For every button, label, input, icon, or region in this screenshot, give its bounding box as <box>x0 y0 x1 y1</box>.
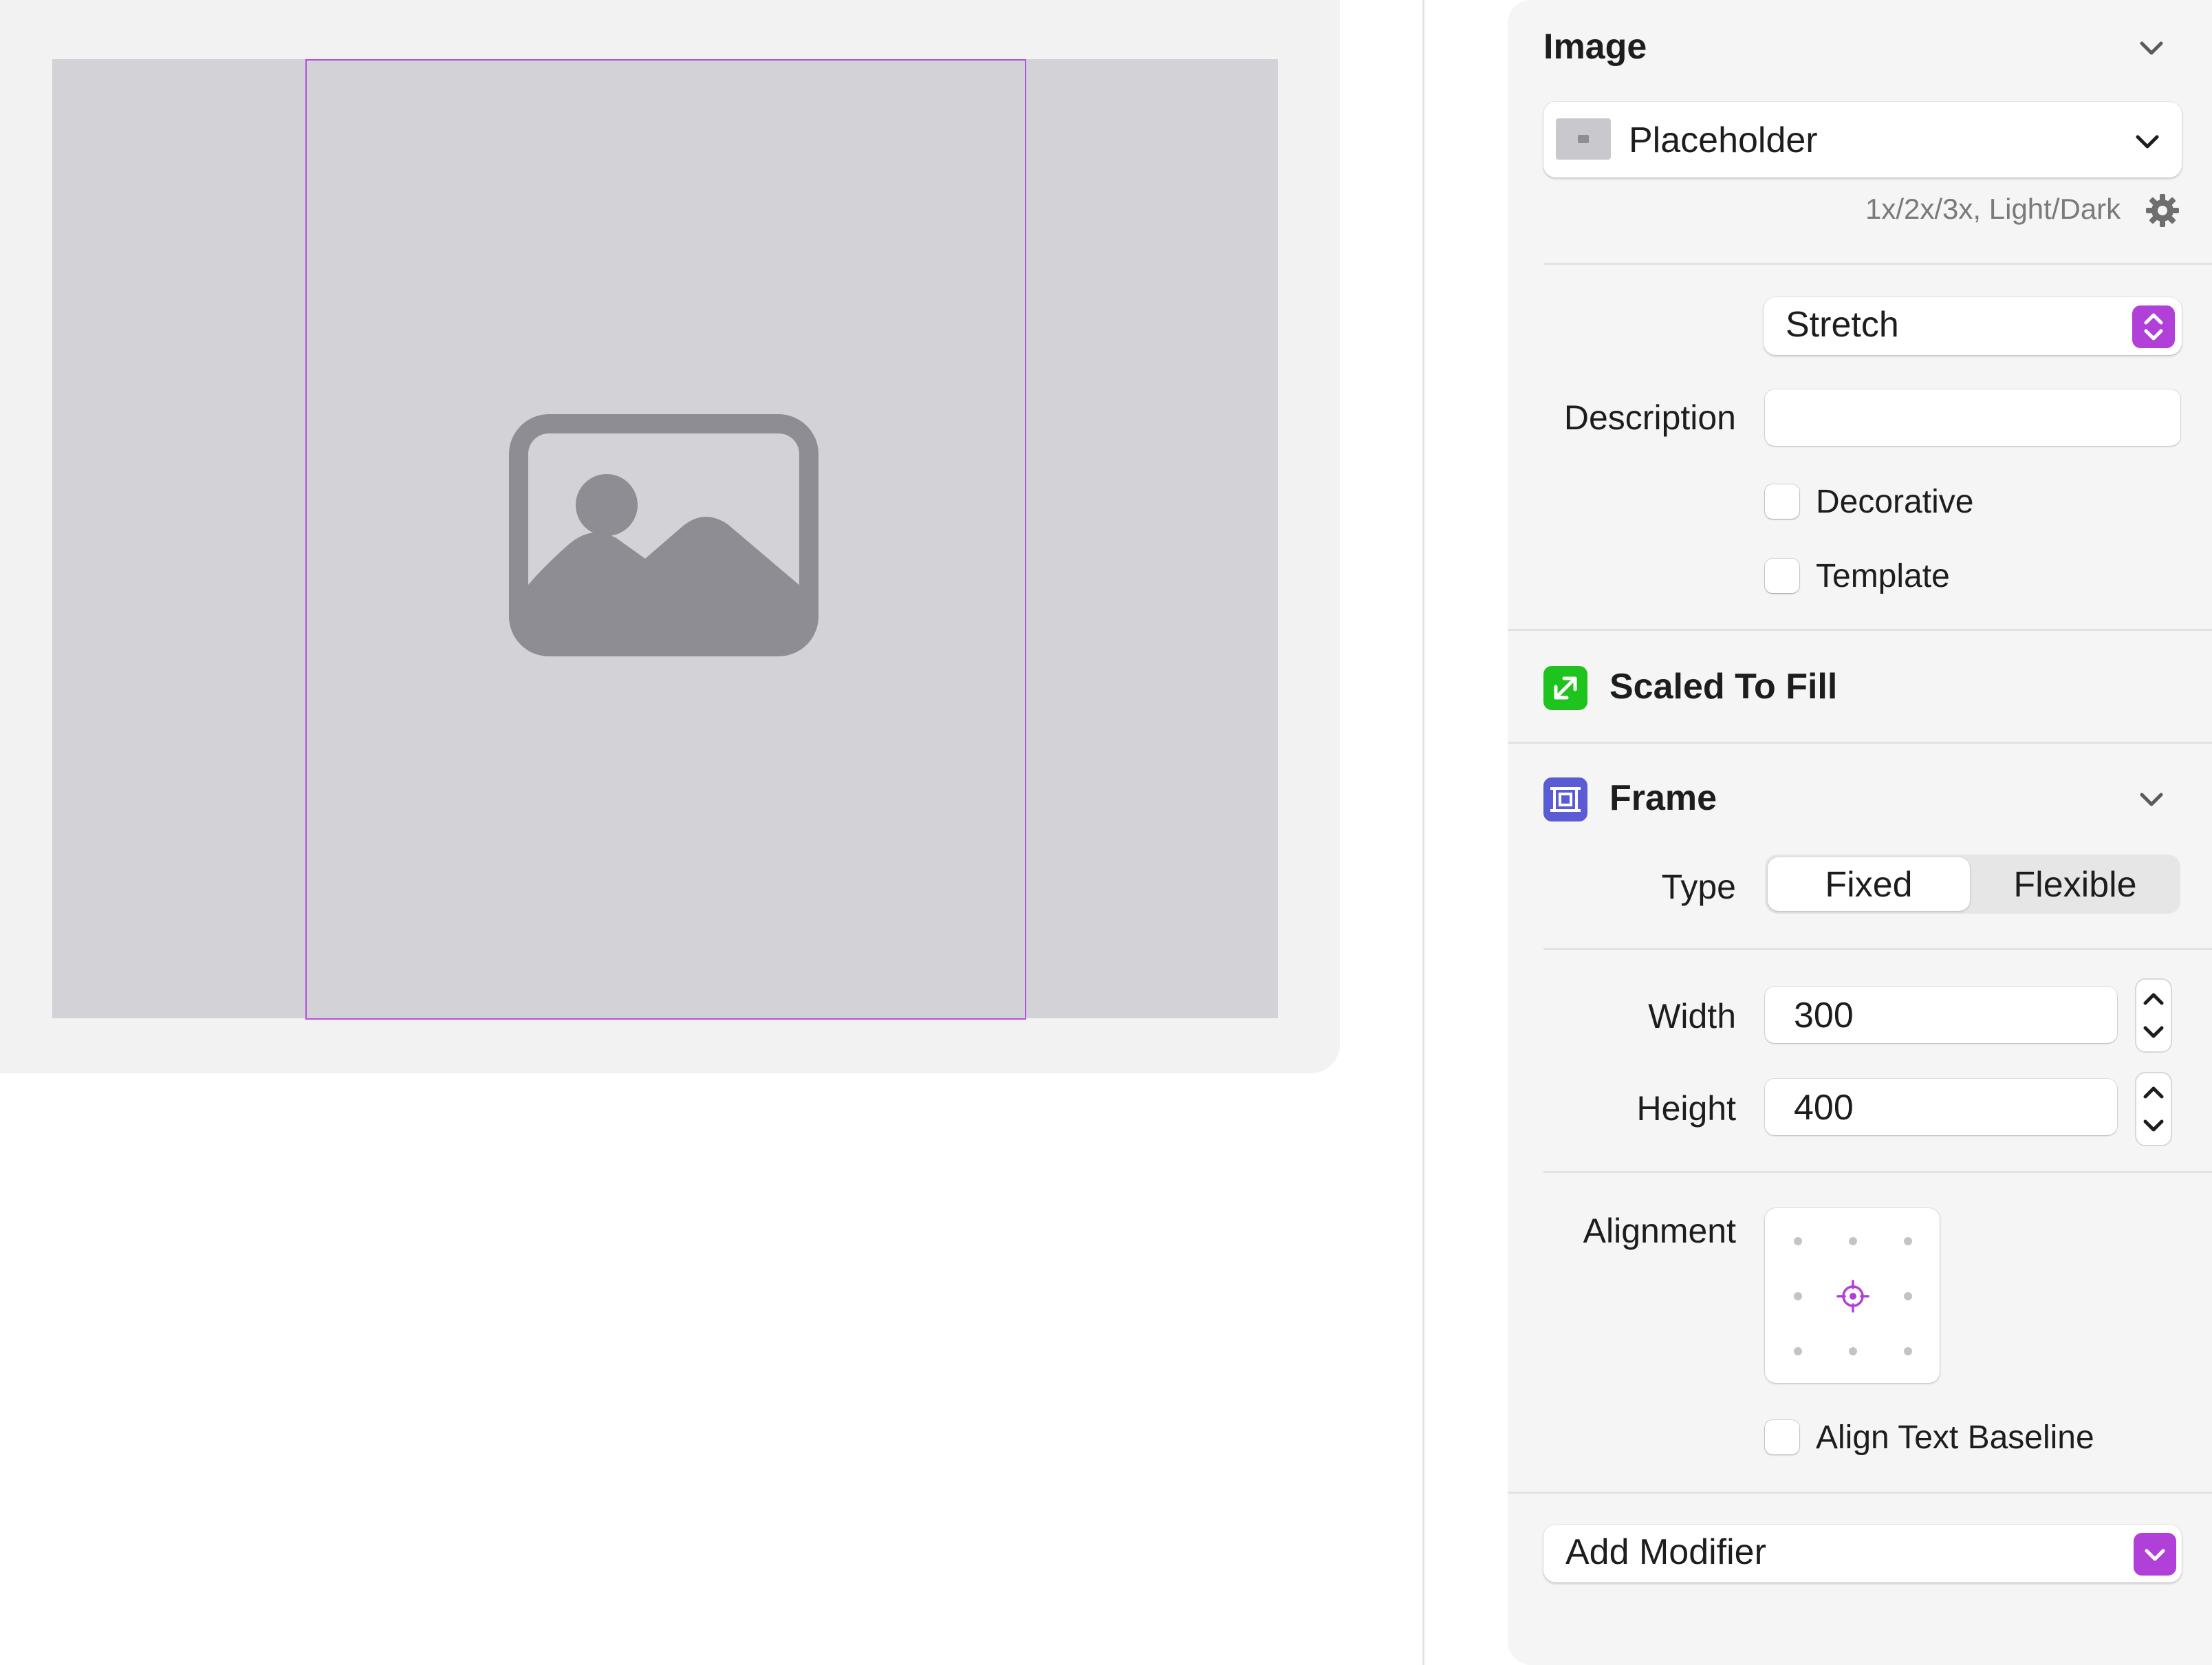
align-bottom-trailing[interactable] <box>1904 1347 1912 1355</box>
frame-type-segmented: Fixed Flexible <box>1765 855 2180 914</box>
preview-canvas <box>0 0 1340 1073</box>
height-value: 400 <box>1794 1088 1854 1128</box>
section-divider <box>1508 1492 2212 1494</box>
section-divider <box>1543 1171 2212 1173</box>
chevron-down-icon <box>2134 1533 2176 1576</box>
height-field[interactable]: 400 <box>1765 1079 2117 1135</box>
frame-icon <box>1543 777 1587 821</box>
align-top[interactable] <box>1849 1237 1857 1245</box>
fill-value: Stretch <box>1786 305 1899 345</box>
thumbnail-photo-icon <box>1578 135 1589 143</box>
width-stepper[interactable] <box>2135 978 2172 1053</box>
height-stepper[interactable] <box>2135 1072 2172 1146</box>
align-text-baseline-checkbox[interactable] <box>1765 1420 1799 1454</box>
inspector-panel: Image Placeholder 1x/2x/3x, Light/Dark F… <box>1508 0 2212 1665</box>
photo-icon <box>509 414 818 656</box>
segment-fixed-label: Fixed <box>1825 865 1913 905</box>
align-bottom[interactable] <box>1849 1347 1857 1355</box>
section-divider <box>1508 742 2212 744</box>
width-field[interactable]: 300 <box>1765 987 2117 1043</box>
decorative-label: Decorative <box>1816 484 1974 520</box>
align-leading[interactable] <box>1794 1292 1802 1300</box>
type-label: Type <box>1661 868 1736 906</box>
segment-flexible-label: Flexible <box>2013 865 2137 905</box>
alignment-label: Alignment <box>1583 1212 1736 1250</box>
add-modifier-popup[interactable]: Add Modifier <box>1543 1525 2182 1582</box>
template-checkbox[interactable] <box>1765 559 1799 593</box>
scaled-to-fill-title[interactable]: Scaled To Fill <box>1609 666 1837 707</box>
image-name: Placeholder <box>1629 120 1818 160</box>
panel-divider[interactable] <box>1422 0 1424 1665</box>
chevron-down-icon[interactable] <box>2136 33 2167 63</box>
align-top-trailing[interactable] <box>1904 1237 1912 1245</box>
width-value: 300 <box>1794 996 1854 1035</box>
image-section-title: Image <box>1543 27 1647 67</box>
fill-popup[interactable]: Stretch <box>1764 297 2182 355</box>
crosshair-icon[interactable] <box>1836 1280 1869 1313</box>
description-field[interactable] <box>1765 389 2180 446</box>
segment-flexible[interactable]: Flexible <box>1973 857 2178 911</box>
scaled-to-fill-icon <box>1543 666 1587 710</box>
add-modifier-label: Add Modifier <box>1565 1532 1766 1572</box>
chevron-down-icon[interactable] <box>2136 784 2167 815</box>
align-bottom-leading[interactable] <box>1794 1347 1802 1355</box>
section-divider <box>1508 629 2212 631</box>
height-label: Height <box>1636 1089 1736 1128</box>
frame-title: Frame <box>1609 778 1717 818</box>
image-thumbnail <box>1556 118 1611 160</box>
width-label: Width <box>1648 997 1736 1035</box>
align-trailing[interactable] <box>1904 1292 1912 1300</box>
image-picker[interactable]: Placeholder <box>1543 102 2182 178</box>
align-top-leading[interactable] <box>1794 1237 1802 1245</box>
section-divider <box>1543 263 2212 265</box>
popup-arrows-icon <box>2132 305 2175 348</box>
align-text-baseline-label: Align Text Baseline <box>1816 1419 2094 1456</box>
description-label: Description <box>1563 398 1736 437</box>
segment-fixed[interactable]: Fixed <box>1768 857 1970 911</box>
chevron-down-icon <box>2136 135 2159 149</box>
template-label: Template <box>1816 558 1950 594</box>
section-divider <box>1543 948 2212 950</box>
gear-icon[interactable] <box>2145 193 2180 228</box>
decorative-checkbox[interactable] <box>1765 484 1799 519</box>
alignment-grid[interactable] <box>1765 1208 1940 1383</box>
